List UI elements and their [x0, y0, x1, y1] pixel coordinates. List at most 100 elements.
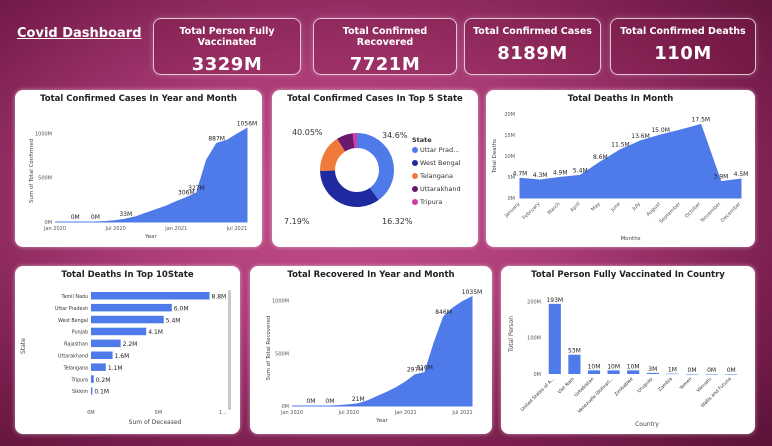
bar: [725, 374, 738, 375]
x-tick-label: Vanuatu: [695, 376, 713, 394]
bar: [91, 303, 172, 312]
x-tick-label: Venezuela (Bolivari...: [577, 376, 615, 414]
panel-recovered-year-month: Total Recovered In Year and Month 0M 500M…: [250, 266, 492, 434]
y-tick-label: 100M: [527, 336, 541, 342]
data-label: 0M: [306, 398, 315, 405]
x-tick-label: Jan 2021: [394, 410, 417, 416]
value-label: 3M: [648, 366, 657, 373]
x-tick-label: Jul 2021: [451, 410, 472, 416]
value-label: 10M: [607, 363, 620, 370]
data-label: 887M: [208, 135, 225, 142]
kpi-label: Total Person Fully Vaccinated: [179, 26, 275, 48]
bar: [91, 339, 121, 348]
kpi-label: Total Confirmed Deaths: [620, 26, 746, 37]
data-label: 13.6M: [631, 133, 650, 140]
dashboard-title: Covid Dashboard: [17, 26, 142, 41]
data-label: 316M: [416, 365, 433, 372]
deaths-area-chart: 0M5M10M15M20MJanuary February March April Ma…: [492, 112, 749, 242]
data-label: 1056M: [237, 120, 257, 127]
data-label: 4.3M: [533, 172, 548, 179]
data-label: 0M: [71, 214, 80, 221]
x-tick-label: 1...: [219, 410, 227, 416]
bar: [91, 375, 94, 383]
legend-marker: [412, 160, 418, 166]
data-label: 327M: [188, 185, 205, 192]
bar: [705, 374, 718, 375]
bar: [627, 370, 640, 374]
y-axis-label: Sum of Total Confirmed: [29, 139, 35, 203]
y-tick-label: Sikkim: [72, 389, 88, 395]
value-label: 5.4M: [166, 317, 181, 324]
bar: [91, 387, 93, 395]
y-axis-label: Total Person: [508, 316, 515, 353]
kpi-value: 3329M: [191, 54, 263, 75]
value-label: 10M: [588, 363, 601, 370]
data-label: 4.7M: [513, 170, 528, 177]
x-tick-label: May: [590, 201, 602, 213]
x-tick-label: 0M: [87, 410, 95, 416]
x-tick-label: Jan 2020: [280, 410, 303, 416]
data-label: 15.0M: [651, 127, 670, 134]
value-label: 1.1M: [108, 365, 123, 372]
bar: [91, 292, 210, 300]
cases-donut-chart: 40.05% 34.6% 16.32% 7.19% State Uttar Prad...…: [284, 128, 461, 226]
kpi-card-vaccinated: Total Person Fully Vaccinated 3329M: [153, 18, 301, 75]
x-tick-label: October: [684, 201, 703, 220]
legend-title: State: [412, 136, 432, 144]
y-axis-label: State: [20, 338, 27, 354]
data-label: 5.4M: [573, 167, 588, 174]
data-label: 0M: [325, 398, 334, 405]
x-tick-label: December: [720, 201, 743, 224]
x-tick-label: United States of A...: [520, 376, 557, 413]
legend-marker: [412, 186, 418, 192]
legend-marker: [412, 173, 418, 179]
y-tick-label: 20M: [504, 112, 515, 118]
value-label: 10M: [627, 363, 640, 370]
y-tick-label: 500M: [38, 176, 52, 182]
x-tick-label: August: [645, 201, 662, 218]
x-axis-label: Months: [620, 236, 640, 242]
x-tick-label: September: [658, 201, 682, 225]
x-tick-label: Uruguay: [636, 376, 654, 394]
y-tick-label: 0M: [534, 372, 542, 378]
legend-entry: Uttar Prad...: [420, 146, 459, 154]
panel-cases-top5: Total Confirmed Cases In Top 5 State 40.…: [272, 90, 478, 247]
x-axis-label: Country: [635, 421, 659, 428]
x-axis-label: Year: [144, 234, 157, 240]
y-axis-label: Sum of Total Recovered: [266, 316, 272, 381]
bar: [646, 372, 659, 374]
legend-entry: Telangana: [419, 172, 453, 180]
y-tick-label: 1000M: [35, 131, 52, 137]
bar: [91, 363, 106, 371]
x-tick-label: July: [631, 201, 642, 212]
value-label: 4.1M: [148, 329, 163, 336]
panel-deaths-month: Total Deaths In Month 0M 5M 10M 15M 20M Janua…: [486, 90, 755, 247]
data-label: 11.5M: [611, 142, 630, 149]
kpi-value: 110M: [654, 43, 712, 64]
x-tick-label: Zimbabwe: [613, 376, 634, 397]
y-tick-label: Telangana: [63, 365, 88, 371]
x-tick-label: April: [569, 201, 581, 213]
value-label: 1M: [668, 367, 677, 374]
bar: [568, 354, 581, 374]
value-label: 0.1M: [94, 389, 109, 396]
panel-deaths-top10: Total Deaths In Top 10State Tamil Nadu 8.…: [15, 266, 240, 434]
data-label: 4.9M: [553, 169, 568, 176]
value-label: 0.2M: [96, 377, 111, 384]
value-label: 8.8M: [212, 294, 227, 301]
slice-label: 16.32%: [382, 217, 413, 226]
bar: [587, 370, 601, 374]
donut-slice: [320, 170, 379, 208]
x-tick-label: Jan 2020: [43, 226, 66, 232]
y-tick-label: Uttarakhand: [58, 354, 88, 360]
bar: [91, 315, 164, 324]
data-label: 0M: [91, 214, 100, 221]
y-tick-label: 10M: [504, 154, 515, 160]
data-label: 4.5M: [734, 171, 749, 178]
donut-slice: [357, 133, 394, 201]
x-axis-label: Sum of Deceased: [129, 419, 182, 426]
y-tick-label: Punjab: [72, 330, 88, 336]
slice-label: 40.05%: [292, 128, 323, 137]
y-tick-label: Rajasthan: [64, 342, 88, 348]
x-tick-label: Jan 2021: [164, 226, 187, 232]
